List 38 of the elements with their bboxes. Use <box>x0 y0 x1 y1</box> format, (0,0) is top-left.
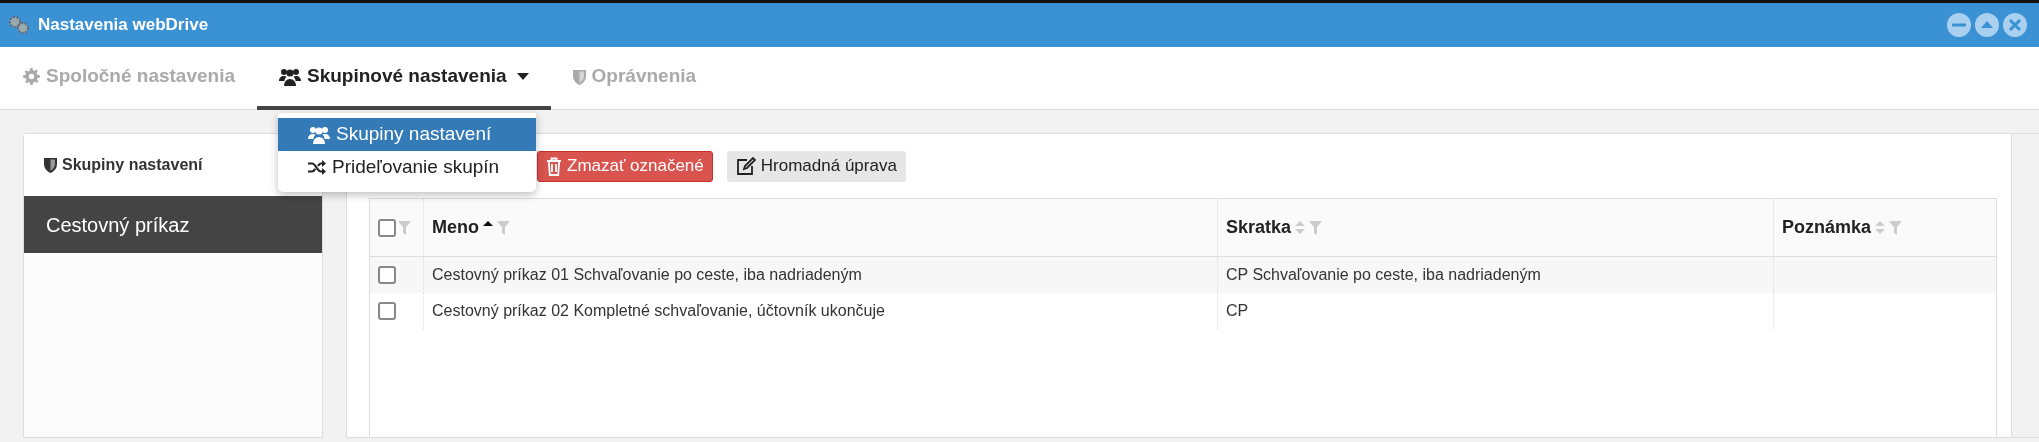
menu-item[interactable]: Skupiny nastavení <box>278 118 536 151</box>
filter-icon[interactable] <box>1889 220 1903 235</box>
delete-button[interactable]: Zmazať označené <box>537 150 713 182</box>
checkbox[interactable] <box>378 266 396 284</box>
column-header[interactable]: Skratka <box>1226 214 1292 241</box>
column-header[interactable]: Meno <box>432 214 479 241</box>
minimize-icon <box>1952 23 1966 27</box>
checkbox[interactable] <box>378 218 396 237</box>
sort-icon[interactable] <box>1874 220 1887 235</box>
filter-icon[interactable] <box>1309 220 1323 235</box>
edit-button[interactable]: Hromadná úprava <box>726 150 906 182</box>
gears-icon <box>8 15 30 35</box>
users-icon <box>279 67 301 86</box>
close-icon <box>2008 18 2022 32</box>
minimize-button[interactable] <box>1947 13 1971 37</box>
scrollbar[interactable] <box>2011 134 2039 437</box>
maximize-button[interactable] <box>1975 13 1999 37</box>
trash-icon <box>546 156 562 176</box>
table-cell-text: CP <box>1226 301 1249 321</box>
panel-title: Skupiny nastavení <box>62 155 203 175</box>
column-header[interactable]: Poznámka <box>1782 214 1872 241</box>
shield-icon <box>572 68 586 85</box>
table-cell-text: Cestovný príkaz 01 Schvaľovanie po ceste, iba nadriadeným <box>432 265 862 285</box>
filter-icon[interactable] <box>398 220 411 235</box>
checkbox[interactable] <box>378 302 396 320</box>
edit-icon <box>735 157 756 175</box>
gear-icon <box>23 68 40 85</box>
table-cell-text: CP Schvaľovanie po ceste, iba nadriadeným <box>1226 265 1541 285</box>
shield-icon <box>44 157 57 173</box>
maximize-icon <box>1981 21 1993 28</box>
close-button[interactable] <box>2003 13 2027 37</box>
users-icon <box>308 125 330 144</box>
table-cell-text: Cestovný príkaz 02 Kompletné schvaľovanie, účtovník ukončuje <box>432 301 885 321</box>
menu-item[interactable]: Prideľovanie skupín <box>278 151 536 184</box>
sort-icon[interactable] <box>1294 220 1307 235</box>
shuffle-icon <box>308 160 326 175</box>
sidebar-item[interactable]: Cestovný príkaz <box>24 196 322 253</box>
window-title: Nastavenia webDrive <box>38 14 209 37</box>
